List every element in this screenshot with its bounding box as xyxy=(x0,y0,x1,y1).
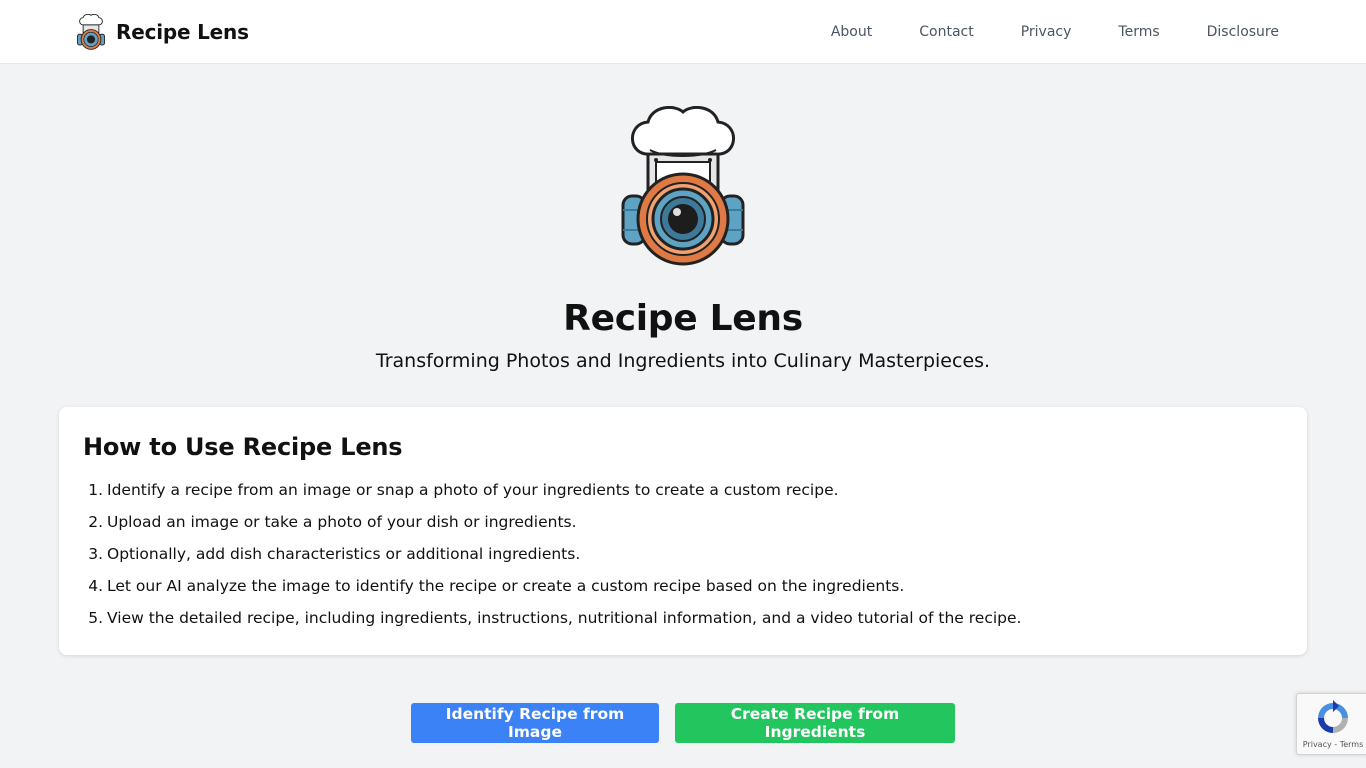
hero-title: Recipe Lens xyxy=(563,298,803,339)
recaptcha-badge[interactable]: Privacy - Terms xyxy=(1296,693,1366,755)
instruction-steps: 1. Identify a recipe from an image or sn… xyxy=(83,479,1283,629)
step-number: 5. xyxy=(88,609,103,627)
how-to-use-card: How to Use Recipe Lens 1. Identify a rec… xyxy=(59,407,1307,655)
list-item: 1. Identify a recipe from an image or sn… xyxy=(83,479,1283,501)
how-to-use-title: How to Use Recipe Lens xyxy=(83,433,403,461)
step-number: 2. xyxy=(88,513,103,531)
step-text: Identify a recipe from an image or snap … xyxy=(107,481,839,499)
step-text: Optionally, add dish characteristics or … xyxy=(107,545,581,563)
identify-recipe-button[interactable]: Identify Recipe from Image xyxy=(411,703,659,743)
step-number: 3. xyxy=(88,545,103,563)
hero-subtitle: Transforming Photos and Ingredients into… xyxy=(375,350,991,372)
nav-link-about[interactable]: About xyxy=(831,22,872,42)
list-item: 5. View the detailed recipe, including i… xyxy=(83,607,1283,629)
nav-link-contact[interactable]: Contact xyxy=(919,22,973,42)
list-item: 4. Let our AI analyze the image to ident… xyxy=(83,575,1283,597)
step-number: 4. xyxy=(88,577,103,595)
brand-home-link[interactable]: Recipe Lens xyxy=(76,14,249,50)
recaptcha-icon xyxy=(1318,700,1348,733)
brand-name: Recipe Lens xyxy=(116,20,249,44)
step-number: 1. xyxy=(88,481,103,499)
create-recipe-button[interactable]: Create Recipe from Ingredients xyxy=(675,703,955,743)
action-buttons: Identify Recipe from Image Create Recipe… xyxy=(0,703,1366,743)
list-item: 2. Upload an image or take a photo of yo… xyxy=(83,511,1283,533)
main-navigation: About Contact Privacy Terms Disclosure xyxy=(784,22,1279,42)
step-text: Upload an image or take a photo of your … xyxy=(107,513,577,531)
nav-link-disclosure[interactable]: Disclosure xyxy=(1207,22,1279,42)
list-item: 3. Optionally, add dish characteristics … xyxy=(83,543,1283,565)
nav-link-terms[interactable]: Terms xyxy=(1118,22,1159,42)
nav-link-privacy[interactable]: Privacy xyxy=(1021,22,1072,42)
step-text: View the detailed recipe, including ingr… xyxy=(107,609,1022,627)
chef-camera-icon xyxy=(77,14,105,50)
top-navbar: Recipe Lens About Contact Privacy Terms … xyxy=(0,0,1366,64)
recaptcha-links[interactable]: Privacy - Terms xyxy=(1297,740,1366,749)
chef-camera-icon xyxy=(621,106,745,266)
step-text: Let our AI analyze the image to identify… xyxy=(107,577,905,595)
